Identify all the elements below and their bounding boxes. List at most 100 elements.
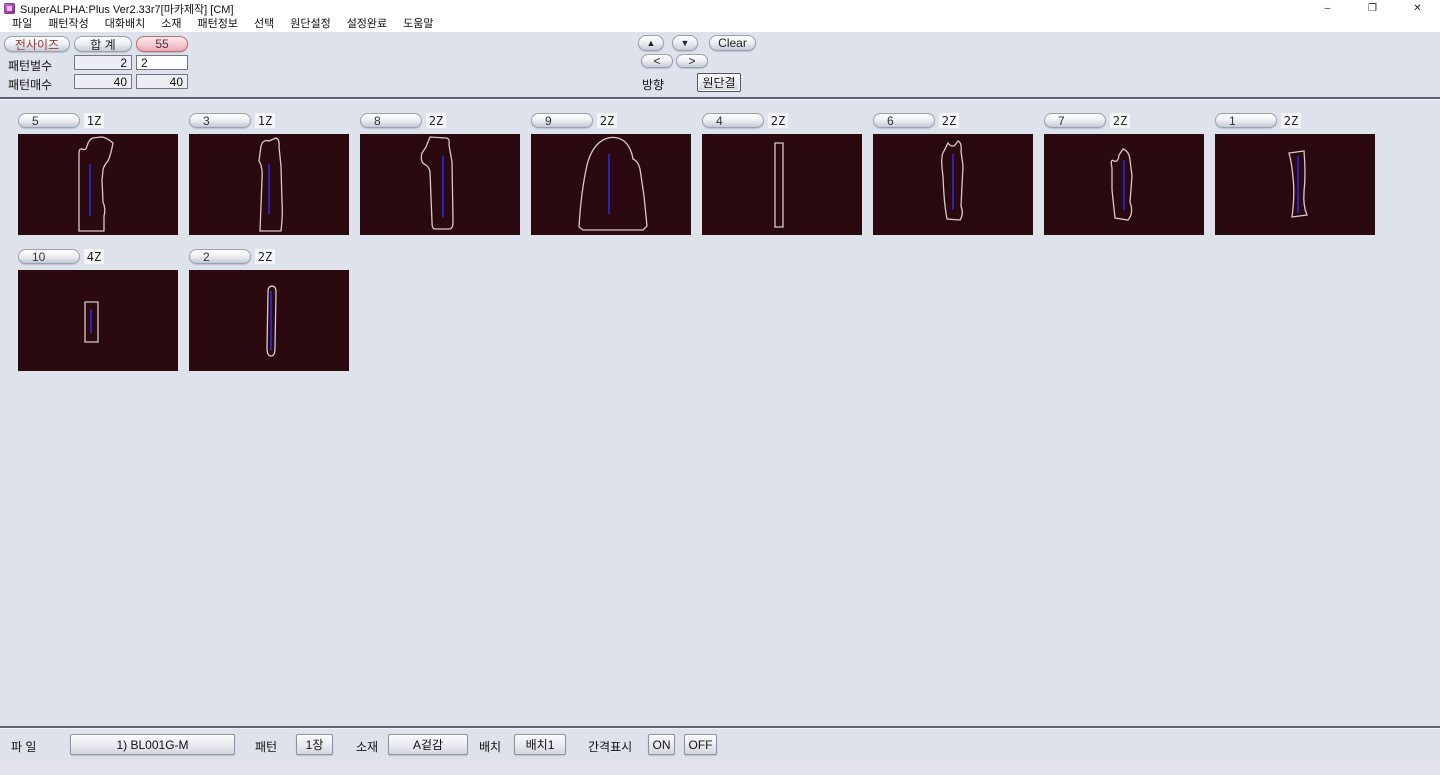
- pattern-cell-header: 7 2Z: [1044, 113, 1204, 128]
- bottom-bar: 파 일 1) BL001G-M 패턴 1장 소재 A겉감 배치 배치1 간격표시…: [0, 729, 1440, 762]
- menu-item-1[interactable]: 패턴작성: [40, 17, 96, 32]
- pattern-thumbnail[interactable]: [18, 270, 178, 371]
- pattern-thumbnail[interactable]: [873, 134, 1033, 235]
- pattern-cell-3: 3 1Z: [189, 113, 349, 235]
- pattern-number-button[interactable]: 10: [18, 249, 80, 264]
- pattern-number-button[interactable]: 6: [873, 113, 935, 128]
- pattern-cell-header: 9 2Z: [531, 113, 691, 128]
- pattern-sheet-button[interactable]: 1장: [296, 734, 333, 755]
- pattern-cell-header: 4 2Z: [702, 113, 862, 128]
- arrow-up-button[interactable]: ▲: [638, 35, 664, 51]
- pattern-outline: [1111, 149, 1132, 220]
- menu-item-4[interactable]: 패턴정보: [189, 17, 245, 32]
- arrow-left-button[interactable]: <: [641, 54, 673, 68]
- menu-item-8[interactable]: 도움말: [395, 17, 441, 32]
- material-label: 소재: [356, 738, 378, 755]
- pattern-thumbnail[interactable]: [702, 134, 862, 235]
- arrow-right-button[interactable]: >: [676, 54, 708, 68]
- file-select-button[interactable]: 1) BL001G-M: [70, 734, 235, 755]
- total-button[interactable]: 합 계: [74, 36, 132, 52]
- arrow-down-button[interactable]: ▼: [672, 35, 698, 51]
- status-area: [0, 762, 1440, 775]
- menu-item-0[interactable]: 파일: [4, 17, 40, 32]
- pattern-cell-5: 5 1Z: [18, 113, 178, 235]
- pattern-thumbnail[interactable]: [18, 134, 178, 235]
- pattern-cell-2: 2 2Z: [189, 249, 349, 371]
- pattern-size-label: 2Z: [597, 113, 617, 128]
- minimize-button[interactable]: –: [1305, 0, 1350, 17]
- pattern-number-button[interactable]: 9: [531, 113, 593, 128]
- pattern-number-button[interactable]: 8: [360, 113, 422, 128]
- direction-label: 방향: [642, 76, 664, 93]
- window-controls: – ❐ ✕: [1305, 0, 1440, 17]
- pattern-cell-1: 1 2Z: [1215, 113, 1375, 235]
- pattern-sets-label: 패턴벌수: [8, 57, 52, 74]
- clear-button[interactable]: Clear: [709, 35, 756, 51]
- pattern-thumbnail[interactable]: [189, 270, 349, 371]
- pattern-thumbnail[interactable]: [189, 134, 349, 235]
- pattern-cell-10: 10 4Z: [18, 249, 178, 371]
- pattern-cell-8: 8 2Z: [360, 113, 520, 235]
- menu-item-7[interactable]: 설정완료: [339, 17, 395, 32]
- window-title: SuperALPHA:Plus Ver2.33r7[마카제작] [CM]: [20, 1, 234, 17]
- pattern-size-label: 1Z: [84, 113, 104, 128]
- pattern-thumbnail[interactable]: [1215, 134, 1375, 235]
- menu-item-5[interactable]: 선택: [246, 17, 282, 32]
- pattern-number-button[interactable]: 3: [189, 113, 251, 128]
- pattern-outline: [79, 137, 113, 231]
- pattern-cell-header: 3 1Z: [189, 113, 349, 128]
- menu-item-6[interactable]: 원단설정: [282, 17, 338, 32]
- pattern-grid: 5 1Z 3 1Z 8 2Z 9 2Z 4 2Z 6 2Z 7 2Z 1 2Z 10 4Z 2 2Z: [0, 100, 1400, 371]
- menu-item-3[interactable]: 소재: [153, 17, 189, 32]
- pattern-cell-header: 5 1Z: [18, 113, 178, 128]
- pattern-thumbnail[interactable]: [531, 134, 691, 235]
- pattern-sets-total-field: 2: [74, 55, 132, 70]
- pattern-cell-6: 6 2Z: [873, 113, 1033, 235]
- pattern-size-label: 2Z: [1281, 113, 1301, 128]
- pattern-number-button[interactable]: 5: [18, 113, 80, 128]
- layout-label: 배치: [479, 738, 501, 755]
- grain-button[interactable]: 원단결: [697, 73, 741, 92]
- pattern-cell-7: 7 2Z: [1044, 113, 1204, 235]
- control-panel: 전사이즈 합 계 55 패턴벌수 2 2 패턴매수 40 40 ▲ ▼ Clea…: [0, 32, 1440, 97]
- pattern-cell-header: 1 2Z: [1215, 113, 1375, 128]
- file-label: 파 일: [11, 738, 36, 755]
- pattern-size-label: 2Z: [1110, 113, 1130, 128]
- pattern-outline: [775, 143, 783, 227]
- gap-off-button[interactable]: OFF: [684, 734, 717, 755]
- pattern-cell-header: 8 2Z: [360, 113, 520, 128]
- gap-display-label: 간격표시: [588, 738, 632, 755]
- pattern-canvas: 5 1Z 3 1Z 8 2Z 9 2Z 4 2Z 6 2Z 7 2Z 1 2Z 10 4Z 2 2Z: [0, 100, 1440, 726]
- pattern-sets-input[interactable]: 2: [136, 55, 188, 70]
- gap-on-button[interactable]: ON: [648, 734, 675, 755]
- menu-bar: 파일패턴작성대화배치소재패턴정보선택원단설정설정완료도움말: [0, 17, 1440, 32]
- restore-button[interactable]: ❐: [1350, 0, 1395, 17]
- pattern-thumbnail[interactable]: [1044, 134, 1204, 235]
- close-button[interactable]: ✕: [1395, 0, 1440, 17]
- pattern-thumbnail[interactable]: [360, 134, 520, 235]
- pattern-count-field: 40: [136, 74, 188, 89]
- app-window: SuperALPHA:Plus Ver2.33r7[마카제작] [CM] – ❐…: [0, 0, 1440, 775]
- pattern-cell-header: 2 2Z: [189, 249, 349, 264]
- pattern-cell-header: 6 2Z: [873, 113, 1033, 128]
- pattern-number-button[interactable]: 1: [1215, 113, 1277, 128]
- pattern-size-label: 4Z: [84, 249, 104, 264]
- layout-select-button[interactable]: 배치1: [514, 734, 566, 755]
- pattern-outline: [579, 137, 647, 230]
- material-select-button[interactable]: A겉감: [388, 734, 468, 755]
- pattern-cell-4: 4 2Z: [702, 113, 862, 235]
- pattern-outline: [259, 138, 282, 231]
- pattern-number-button[interactable]: 7: [1044, 113, 1106, 128]
- pattern-outline: [421, 137, 453, 229]
- all-sizes-button[interactable]: 전사이즈: [4, 36, 70, 52]
- pattern-size-label: 2Z: [768, 113, 788, 128]
- pattern-size-label: 2Z: [939, 113, 959, 128]
- menu-item-2[interactable]: 대화배치: [97, 17, 153, 32]
- pattern-count-total-field: 40: [74, 74, 132, 89]
- pattern-size-label: 2Z: [426, 113, 446, 128]
- pattern-number-button[interactable]: 2: [189, 249, 251, 264]
- pattern-number-button[interactable]: 4: [702, 113, 764, 128]
- pattern-size-label: 2Z: [255, 249, 275, 264]
- pattern-cell-header: 10 4Z: [18, 249, 178, 264]
- pattern-size-label: 1Z: [255, 113, 275, 128]
